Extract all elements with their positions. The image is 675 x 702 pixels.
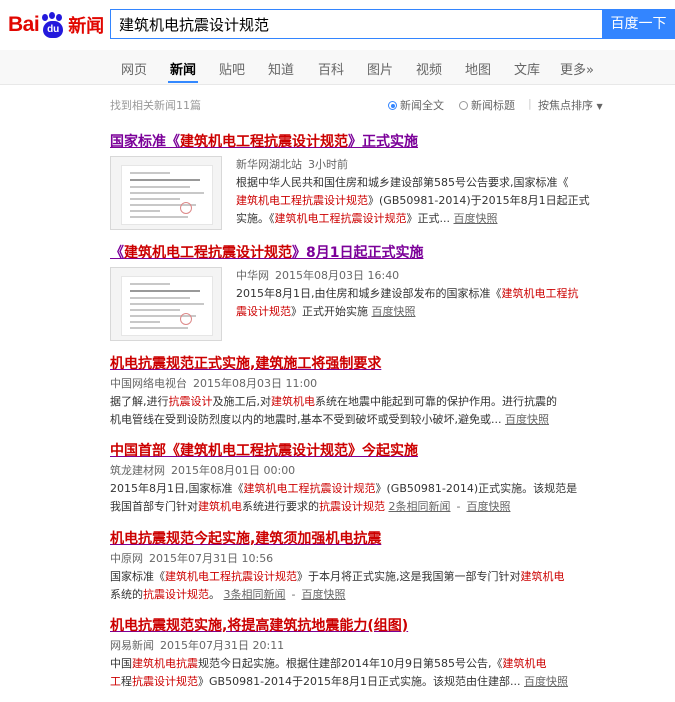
result-title-link[interactable]: 国家标准《建筑机电工程抗震设计规范》正式实施: [110, 133, 670, 151]
result-time: 3小时前: [308, 158, 348, 171]
option-fulltext-label: 新闻全文: [400, 99, 444, 112]
search-input[interactable]: [111, 10, 602, 38]
tab-tieba[interactable]: 贴吧: [219, 59, 245, 78]
baidu-news-logo[interactable]: Bai du 新闻: [8, 12, 104, 38]
header: Bai du 新闻 百度一下: [0, 0, 675, 50]
logo-du-text: du: [47, 24, 60, 35]
result-title-link[interactable]: 机电抗震规范今起实施,建筑须加强机电抗震: [110, 530, 670, 548]
tab-more[interactable]: 更多»: [560, 59, 594, 78]
paw-icon: du: [40, 12, 66, 38]
result-snippet: 中国建筑机电抗震规范今日起实施。根据住建部2014年10月9日第585号公告,《…: [110, 657, 569, 688]
result-title-link[interactable]: 中国首部《建筑机电工程抗震设计规范》今起实施: [110, 442, 670, 460]
search-box[interactable]: [110, 9, 602, 39]
result-time: 2015年07月31日 10:56: [149, 552, 274, 565]
category-nav: 网页 新闻 贴吧 知道 百科 图片 视频 地图 文库 更多»: [0, 50, 675, 85]
result-time: 2015年08月01日 00:00: [171, 464, 296, 477]
news-result: 《建筑机电工程抗震设计规范》8月1日起正式实施 中华网 2015年08月03日 1…: [110, 244, 670, 341]
result-source: 新华网湖北站: [236, 158, 302, 171]
result-count: 找到相关新闻11篇: [110, 99, 201, 112]
result-snippet: 国家标准《建筑机电工程抗震设计规范》于本月将正式实施,这是我国第一部专门针对建筑…: [110, 570, 565, 601]
option-title-label: 新闻标题: [471, 99, 515, 112]
news-result: 国家标准《建筑机电工程抗震设计规范》正式实施 新华网湖北站 3小时前 根据中华人民…: [110, 133, 670, 230]
result-title-link[interactable]: 机电抗震规范实施,将提高建筑抗地震能力(组图): [110, 617, 670, 635]
sort-dropdown[interactable]: 按焦点排序 ▼: [538, 97, 603, 113]
result-time: 2015年07月31日 20:11: [160, 639, 285, 652]
sort-label: 按焦点排序: [538, 99, 593, 112]
result-title-link[interactable]: 机电抗震规范正式实施,建筑施工将强制要求: [110, 355, 670, 373]
cache-link[interactable]: 百度快照: [372, 305, 416, 318]
news-result: 中国首部《建筑机电工程抗震设计规范》今起实施 筑龙建材网 2015年08月01日 …: [110, 442, 670, 516]
result-snippet: 据了解,进行抗震设计及施工后,对建筑机电系统在地震中能起到可靠的保护作用。进行抗…: [110, 395, 557, 426]
cache-link[interactable]: 百度快照: [524, 675, 568, 688]
news-result: 机电抗震规范实施,将提高建筑抗地震能力(组图) 网易新闻 2015年07月31日 …: [110, 617, 670, 691]
result-time: 2015年08月03日 11:00: [193, 377, 318, 390]
result-thumbnail[interactable]: [110, 267, 222, 341]
cache-link[interactable]: 百度快照: [466, 500, 510, 513]
result-snippet: 2015年8月1日,由住房和城乡建设部发布的国家标准《建筑机电工程抗 震设计规范…: [236, 287, 579, 318]
tab-images[interactable]: 图片: [367, 59, 393, 78]
result-source: 筑龙建材网: [110, 464, 165, 477]
option-fulltext[interactable]: 新闻全文: [388, 97, 444, 113]
result-source: 中国网络电视台: [110, 377, 187, 390]
option-title[interactable]: 新闻标题: [459, 97, 515, 113]
result-source: 中华网: [236, 269, 269, 282]
related-news-link[interactable]: 2条相同新闻: [389, 500, 451, 513]
tab-video[interactable]: 视频: [416, 59, 442, 78]
caret-down-icon: ▼: [596, 102, 603, 111]
news-result: 机电抗震规范今起实施,建筑须加强机电抗震 中原网 2015年07月31日 10:5…: [110, 530, 670, 604]
logo-news-text: 新闻: [68, 16, 105, 37]
divider: |: [528, 97, 532, 110]
tab-map[interactable]: 地图: [465, 59, 491, 78]
result-source: 网易新闻: [110, 639, 154, 652]
result-snippet: 根据中华人民共和国住房和城乡建设部第585号公告要求,国家标准《 建筑机电工程抗…: [236, 176, 590, 225]
cache-link[interactable]: 百度快照: [454, 212, 498, 225]
radio-icon: [459, 101, 468, 110]
cache-link[interactable]: 百度快照: [505, 413, 549, 426]
tab-news[interactable]: 新闻: [167, 59, 199, 83]
result-thumbnail[interactable]: [110, 156, 222, 230]
radio-selected-icon: [388, 101, 397, 110]
tab-web[interactable]: 网页: [121, 59, 147, 78]
logo-text: Bai: [8, 13, 40, 36]
related-news-link[interactable]: 3条相同新闻: [224, 588, 286, 601]
result-time: 2015年08月03日 16:40: [275, 269, 400, 282]
search-button[interactable]: 百度一下: [602, 9, 675, 39]
cache-link[interactable]: 百度快照: [301, 588, 345, 601]
result-title-link[interactable]: 《建筑机电工程抗震设计规范》8月1日起正式实施: [110, 244, 670, 262]
tab-wenku[interactable]: 文库: [514, 59, 540, 78]
tab-zhidao[interactable]: 知道: [268, 59, 294, 78]
result-source: 中原网: [110, 552, 143, 565]
result-snippet: 2015年8月1日,国家标准《建筑机电工程抗震设计规范》(GB50981-201…: [110, 482, 578, 513]
tab-baike[interactable]: 百科: [318, 59, 344, 78]
news-result: 机电抗震规范正式实施,建筑施工将强制要求 中国网络电视台 2015年08月03日 …: [110, 355, 670, 429]
